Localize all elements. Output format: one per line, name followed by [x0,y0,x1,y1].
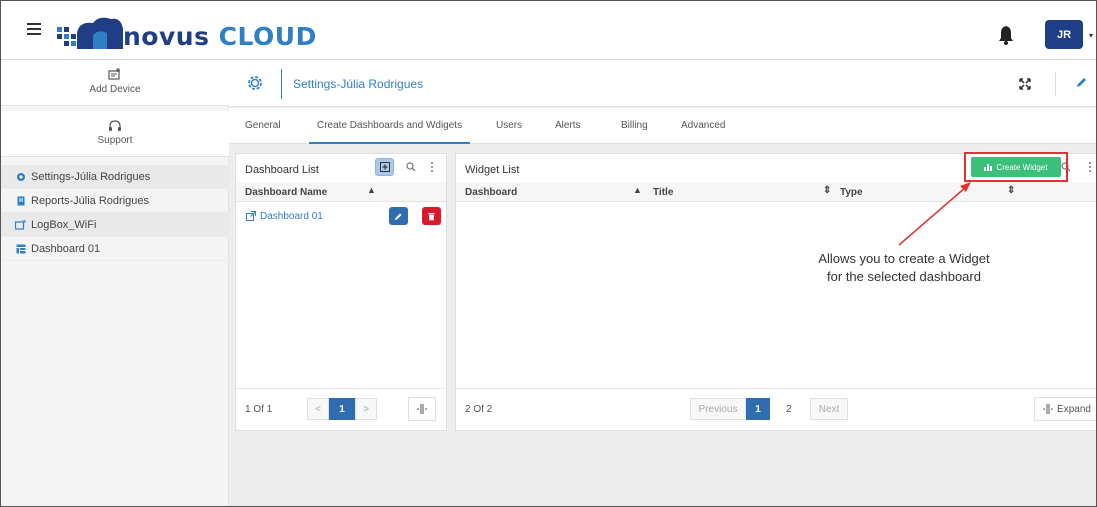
tab-advanced[interactable]: Advanced [681,120,725,131]
annotation-text: Allows you to create a Widget for the se… [804,250,1004,286]
column-resize-button[interactable] [408,397,436,421]
tab-users[interactable]: Users [496,120,522,131]
chevron-down-icon[interactable]: ▾ [1089,31,1096,40]
column-header-title[interactable]: Title [653,187,673,198]
header-divider [281,69,282,99]
expand-button[interactable]: Expand [1034,397,1096,421]
resize-horizontal-icon [1043,404,1054,414]
pagination-bar: 2 Of 2 Previous 1 2 Next Expand [456,388,1096,430]
user-avatar[interactable]: JR [1045,20,1083,49]
device-icon [15,219,26,230]
edit-dashboard-button[interactable] [389,207,408,225]
logo-text: novus CLOUD [123,22,317,51]
annotation-highlight-box [964,152,1068,182]
page-info: 1 Of 1 [245,404,273,415]
next-page-button[interactable]: Next [810,398,848,420]
reports-icon [15,195,26,206]
add-dashboard-button[interactable] [375,158,394,176]
menu-icon[interactable] [27,23,41,35]
annotation-line-1: Allows you to create a Widget [818,251,990,266]
plus-square-icon [379,162,390,172]
page-title: Settings-Júlia Rodrigues [293,77,424,91]
sort-asc-icon[interactable]: ▲ [633,185,642,195]
settings-icon [15,171,26,182]
sidebar: Add Device Support Settings-Júlia Rodrig… [1,60,229,506]
tab-alerts[interactable]: Alerts [555,120,581,131]
dashboard-list-panel: Dashboard List Dashboard Name ▲ Dashboar… [235,153,447,431]
main-content: Settings-Júlia Rodrigues General Create … [229,60,1096,506]
panel-title: Dashboard List [245,164,319,176]
annotation-line-2: for the selected dashboard [827,269,981,284]
add-device-button[interactable]: Add Device [1,60,229,106]
table-header-row: Dashboard ▲ Title ⇕ Type ⇕ [456,182,1096,202]
page-2-button[interactable]: 2 [786,404,792,415]
fullscreen-icon[interactable] [1019,78,1031,90]
dashboard-link[interactable]: Dashboard 01 [260,211,323,222]
expand-label: Expand [1057,403,1091,415]
dashboard-icon [15,243,26,254]
logo-text-b: CLOUD [218,22,317,51]
logo-text-a: novus [123,22,210,51]
column-header-dashboard[interactable]: Dashboard [465,187,517,198]
delete-dashboard-button[interactable] [422,207,441,225]
tab-create-dashboards[interactable]: Create Dashboards and Wdigets [309,108,471,144]
trash-icon [428,212,435,220]
column-header-dashboard-name[interactable]: Dashboard Name [245,187,327,198]
more-vertical-icon[interactable] [430,161,434,173]
tab-billing[interactable]: Billing [621,120,648,131]
pagination-bar: 1 Of 1 < 1 > [236,388,446,430]
notification-bell-icon[interactable] [997,25,1015,45]
prev-page-button[interactable]: < [307,398,329,420]
pencil-icon [395,213,402,220]
table-row: Dashboard 01 [236,206,448,228]
sidebar-item-label: Settings-Júlia Rodrigues [31,170,151,183]
pencil-icon[interactable] [1075,77,1087,89]
sidebar-item-label: Reports-Júlia Rodrigues [31,194,149,207]
page-header: Settings-Júlia Rodrigues [229,60,1096,107]
sidebar-item-settings[interactable]: Settings-Júlia Rodrigues [1,165,229,189]
tab-general[interactable]: General [245,120,281,131]
search-icon[interactable] [406,162,416,172]
panel-header: Dashboard List [236,154,446,182]
sidebar-item-label: Dashboard 01 [31,242,101,255]
page-1-button[interactable]: 1 [329,398,355,420]
previous-page-button[interactable]: Previous [690,398,746,420]
gear-icon [248,76,262,90]
sidebar-item-label: LogBox_WiFi [31,218,97,231]
top-bar: novus CLOUD JR ▾ [1,1,1096,60]
header-divider [1055,72,1056,96]
settings-tabs: General Create Dashboards and Wdigets Us… [229,108,1096,144]
add-device-label: Add Device [89,84,141,95]
support-button[interactable]: Support [1,111,229,157]
external-link-icon [246,211,256,221]
page-info: 2 Of 2 [465,404,493,415]
column-header-type[interactable]: Type [840,187,863,198]
panel-title: Widget List [465,164,520,176]
add-device-icon [108,68,120,80]
app-window: novus CLOUD JR ▾ Add Device Support Sett… [0,0,1097,507]
page-1-button[interactable]: 1 [746,398,770,420]
headset-icon [109,120,121,131]
support-label: Support [97,135,133,146]
sidebar-list: Settings-Júlia Rodrigues Reports-Júlia R… [1,165,229,261]
sidebar-item-dashboard[interactable]: Dashboard 01 [1,237,229,261]
sort-icon[interactable]: ⇕ [823,185,831,196]
next-page-button[interactable]: > [355,398,377,420]
widget-list-panel: Widget List Dashboard ▲ Title ⇕ Type ⇕ 2… [455,153,1096,431]
sidebar-item-logbox[interactable]: LogBox_WiFi [1,213,229,237]
more-vertical-icon[interactable] [1088,161,1092,173]
resize-horizontal-icon [417,404,427,414]
sidebar-item-reports[interactable]: Reports-Júlia Rodrigues [1,189,229,213]
sort-asc-icon[interactable]: ▲ [367,185,376,195]
sort-icon[interactable]: ⇕ [1007,185,1015,196]
table-header-row: Dashboard Name ▲ [236,182,446,202]
